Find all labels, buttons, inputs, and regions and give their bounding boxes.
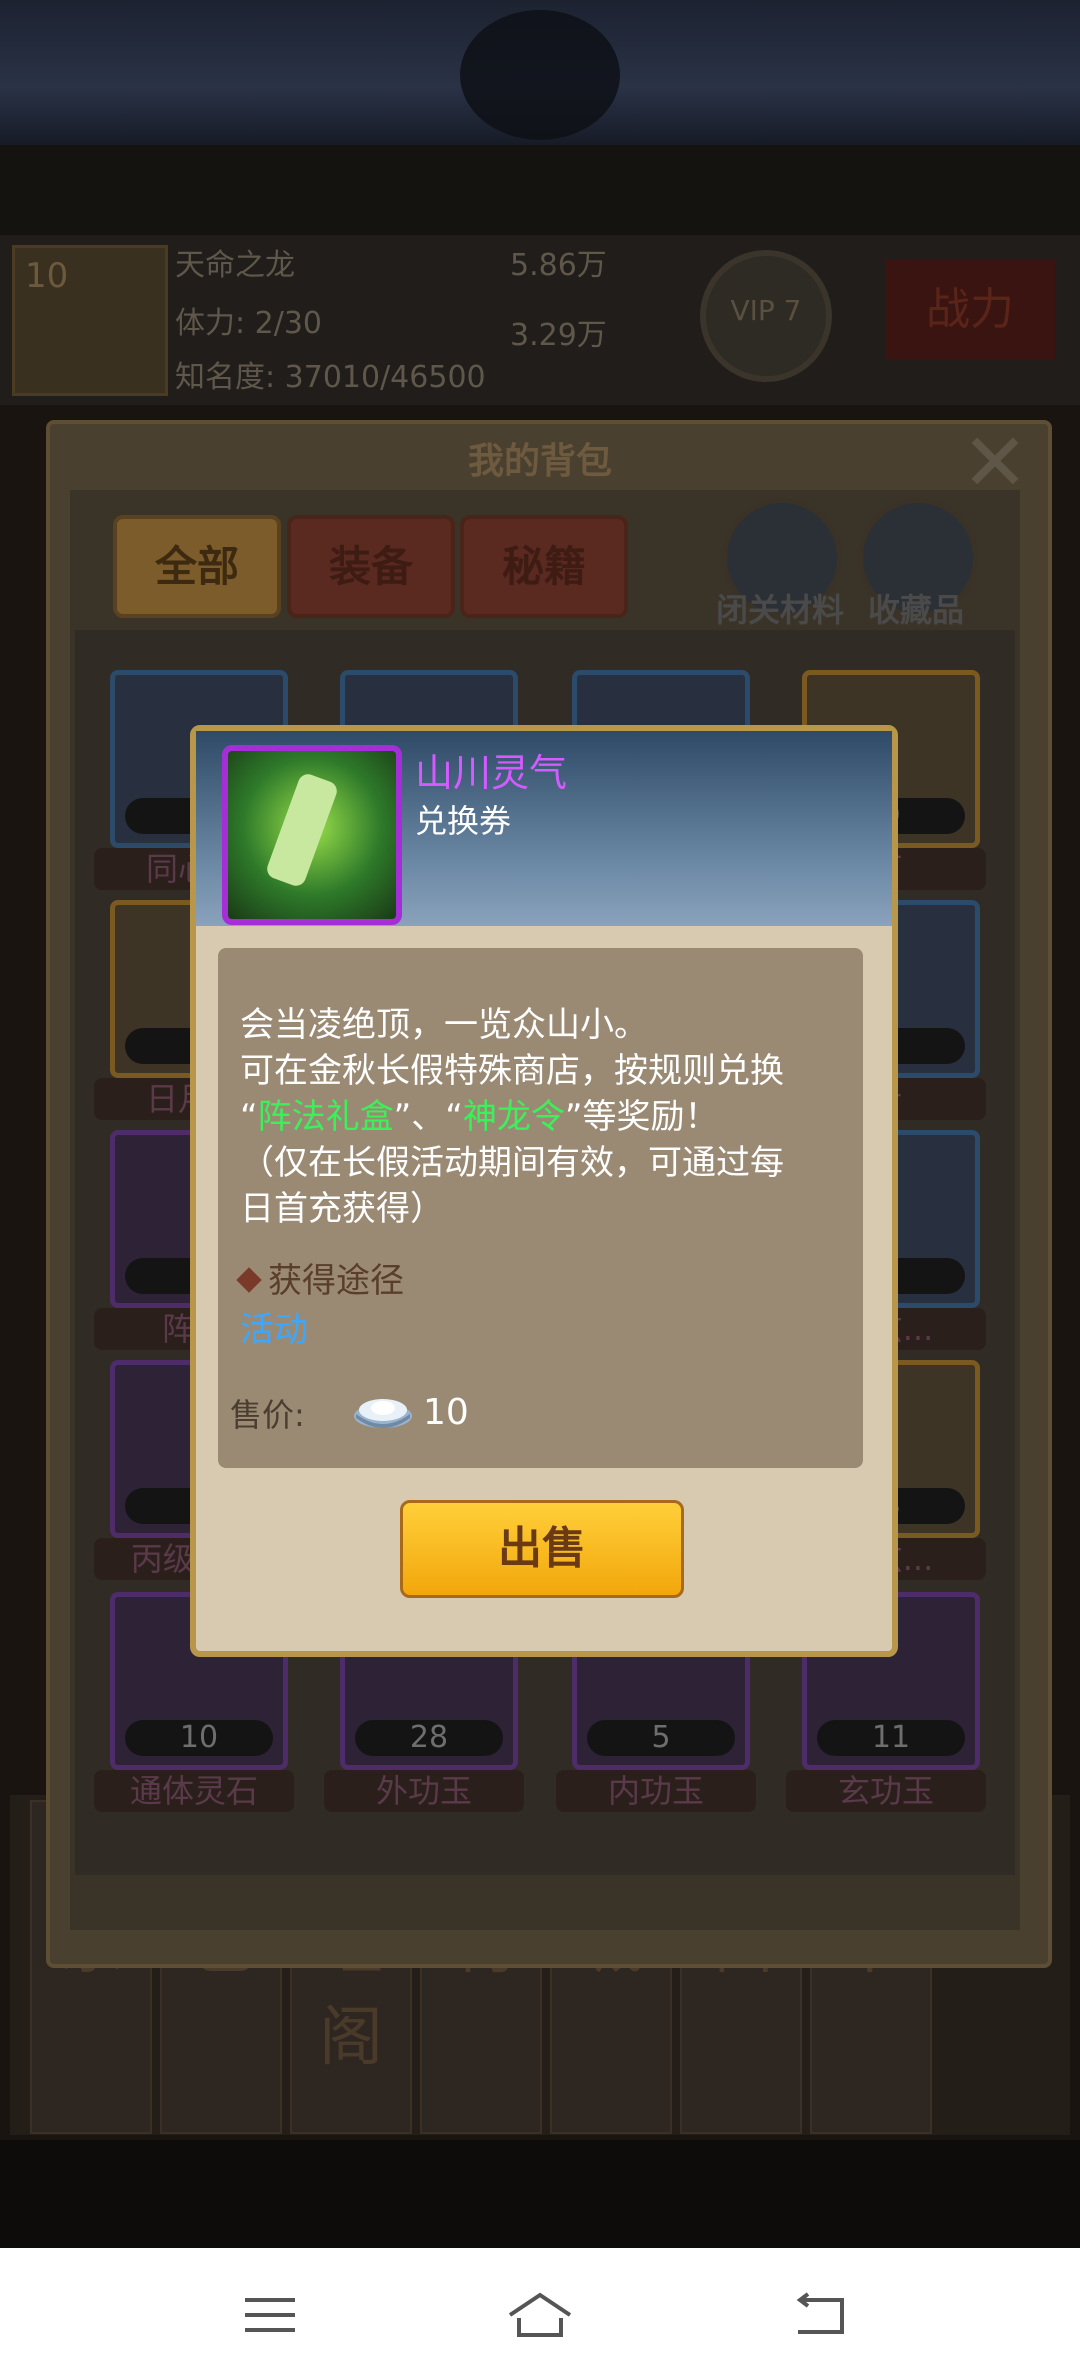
desc-line-1: 会当凌绝顶，一览众山小。 bbox=[240, 1005, 648, 1045]
player-level: 10 bbox=[25, 256, 69, 296]
price-label: 售价: bbox=[230, 1396, 305, 1434]
tab-equipment[interactable]: 装备 bbox=[287, 515, 455, 618]
player-fame: 知名度: 37010/46500 bbox=[175, 360, 486, 395]
back-icon[interactable] bbox=[790, 2290, 850, 2340]
player-avatar[interactable]: 10 bbox=[12, 245, 168, 396]
source-link[interactable]: 活动 bbox=[240, 1302, 308, 1351]
gold-amount: 3.29万 bbox=[510, 318, 607, 353]
menu-icon[interactable] bbox=[240, 2290, 300, 2340]
desc-line-3: “阵法礼盒”、“神龙令”等奖励！ bbox=[240, 1089, 718, 1138]
silver-amount: 5.86万 bbox=[510, 248, 607, 283]
item-name-label: 外功玉 bbox=[324, 1770, 524, 1812]
item-name: 山川灵气 bbox=[415, 751, 568, 795]
vip-badge[interactable]: VIP 7 bbox=[700, 250, 832, 382]
diamond-icon bbox=[236, 1266, 262, 1293]
item-count: 10 bbox=[125, 1720, 273, 1756]
highlight-item-1: 阵法礼盒 bbox=[257, 1097, 394, 1137]
item-count: 28 bbox=[355, 1720, 503, 1756]
quote-close: ”等奖励！ bbox=[564, 1097, 719, 1137]
item-name-label: 内功玉 bbox=[556, 1770, 756, 1812]
item-count: 11 bbox=[817, 1720, 965, 1756]
desc-line-2: 可在金秋长假特殊商店，按规则兑换 bbox=[240, 1051, 784, 1091]
item-count: 5 bbox=[587, 1720, 735, 1756]
player-name: 天命之龙 bbox=[175, 248, 295, 283]
item-name-label: 玄功玉 bbox=[786, 1770, 986, 1812]
price-value: 10 bbox=[423, 1392, 469, 1433]
backpack-title: 我的背包 bbox=[467, 441, 612, 482]
cloud-ornament-icon bbox=[460, 10, 620, 140]
highlight-item-2: 神龙令 bbox=[462, 1097, 565, 1137]
desc-line-5: 日首充获得） bbox=[240, 1189, 444, 1229]
quote-mid: ”、“ bbox=[393, 1097, 463, 1137]
item-type: 兑换券 bbox=[415, 802, 512, 840]
power-badge: 战力 bbox=[885, 260, 1055, 360]
tab-secrets[interactable]: 秘籍 bbox=[460, 515, 628, 618]
source-title: 获得途径 bbox=[236, 1253, 404, 1302]
quote-open: “ bbox=[240, 1097, 258, 1137]
sell-button[interactable]: 出售 bbox=[400, 1500, 684, 1598]
player-stamina: 体力: 2/30 bbox=[175, 306, 323, 341]
desc-line-4: （仅在长假活动期间有效，可通过每 bbox=[240, 1143, 784, 1183]
item-name-label: 通体灵石 bbox=[94, 1770, 294, 1812]
tab-all[interactable]: 全部 bbox=[113, 515, 281, 618]
source-title-text: 获得途径 bbox=[268, 1261, 404, 1301]
bottom-dark-area bbox=[0, 2140, 1080, 2248]
home-icon[interactable] bbox=[505, 2290, 575, 2340]
silver-ingot-icon bbox=[354, 1399, 412, 1428]
collection-label: 收藏品 bbox=[867, 591, 964, 629]
